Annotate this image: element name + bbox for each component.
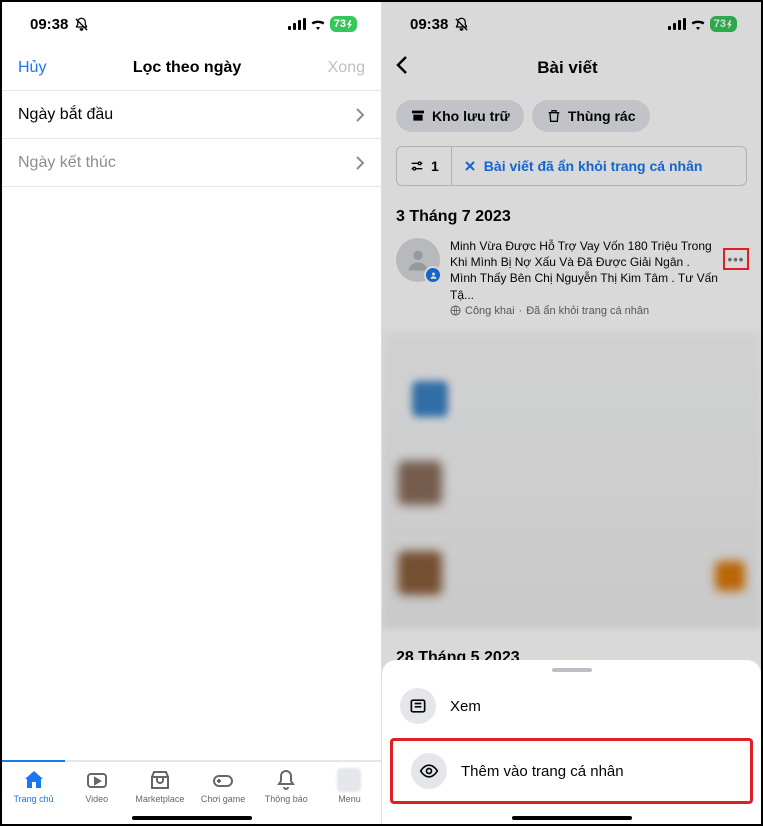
start-date-row[interactable]: Ngày bắt đầu [2,91,381,139]
tab-label: Trang chủ [13,794,53,804]
battery-badge: 73 [330,16,357,32]
gaming-icon [211,768,235,792]
tab-label: Thông báo [265,794,308,804]
nav-header: Hủy Lọc theo ngày Xong [2,46,381,90]
sheet-view-button[interactable]: Xem [382,676,761,736]
done-button[interactable]: Xong [328,59,365,77]
bell-slash-icon [74,17,89,32]
cellular-icon [288,18,306,30]
home-icon [22,768,46,792]
tab-home[interactable]: Trang chủ [2,762,65,810]
marketplace-icon [148,768,172,792]
tab-video[interactable]: Video [65,762,128,810]
page-title: Lọc theo ngày [133,59,241,77]
end-date-row[interactable]: Ngày kết thúc [2,139,381,187]
home-indicator [132,816,252,820]
tab-label: Chơi game [201,794,245,804]
status-bar: 09:38 73 [2,2,381,46]
tab-marketplace[interactable]: Marketplace [128,762,191,810]
chevron-right-icon [355,155,365,171]
more-options-button[interactable]: ••• [723,248,749,270]
sheet-item-label: Thêm vào trang cá nhân [461,763,624,780]
start-date-label: Ngày bắt đầu [18,106,113,124]
home-indicator [512,816,632,820]
sheet-handle[interactable] [552,668,592,672]
status-time: 09:38 [30,16,89,33]
tab-bar: Trang chủ Video Marketplace Chơi game Th… [2,760,381,824]
tab-menu[interactable]: Menu [318,762,381,810]
menu-icon [337,768,361,792]
tab-gaming[interactable]: Chơi game [192,762,255,810]
sheet-item-label: Xem [450,698,481,715]
tab-label: Marketplace [135,794,184,804]
chevron-right-icon [355,107,365,123]
view-icon [400,688,436,724]
tab-notifications[interactable]: Thông báo [255,762,318,810]
bottom-sheet: Xem Thêm vào trang cá nhân [382,660,761,824]
bell-icon [274,768,298,792]
tab-label: Menu [338,794,361,804]
status-icons: 73 [288,16,357,32]
sheet-add-to-profile-button[interactable]: Thêm vào trang cá nhân [390,738,753,804]
cancel-button[interactable]: Hủy [18,59,46,77]
eye-icon [411,753,447,789]
date-filter-list: Ngày bắt đầu Ngày kết thúc [2,90,381,187]
tab-label: Video [85,794,108,804]
end-date-label: Ngày kết thúc [18,154,116,172]
wifi-icon [310,18,326,30]
time-text: 09:38 [30,16,68,33]
video-icon [85,768,109,792]
